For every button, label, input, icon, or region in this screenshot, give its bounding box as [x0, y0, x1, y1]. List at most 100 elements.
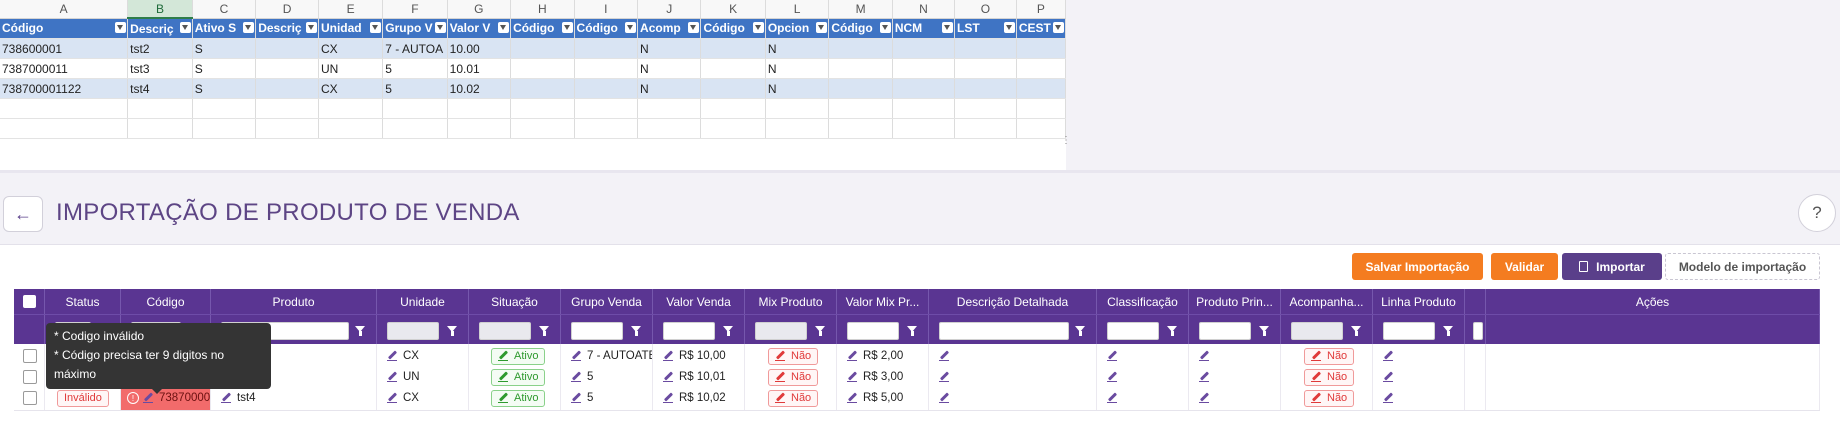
- edit-pencil-icon[interactable]: [1107, 372, 1117, 382]
- column-header[interactable]: Valor Mix Pr...: [837, 289, 929, 314]
- sheet-cell[interactable]: [447, 118, 512, 139]
- edit-pencil-icon[interactable]: [1383, 393, 1393, 403]
- edit-pencil-icon[interactable]: [939, 372, 949, 382]
- sheet-cell[interactable]: [510, 38, 575, 59]
- filter-funnel-icon[interactable]: [1351, 326, 1361, 336]
- sheet-cell[interactable]: 10.01: [447, 58, 512, 79]
- sheet-cell[interactable]: 7387000011: [0, 58, 129, 79]
- sheet-cell[interactable]: [954, 98, 1017, 119]
- column-letter[interactable]: P: [1016, 0, 1067, 19]
- sheet-header-cell[interactable]: Descriç: [127, 18, 193, 39]
- sheet-cell[interactable]: [828, 58, 893, 79]
- sheet-cell[interactable]: 5: [382, 58, 448, 79]
- edit-pencil-icon[interactable]: [775, 393, 785, 403]
- sheet-cell[interactable]: [574, 98, 639, 119]
- column-header[interactable]: Produto: [211, 289, 377, 314]
- sheet-cell[interactable]: [892, 98, 956, 119]
- accompany-badge[interactable]: Não: [1304, 347, 1355, 365]
- filter-funnel-icon[interactable]: [1443, 326, 1453, 336]
- sheet-cell[interactable]: [574, 58, 639, 79]
- column-letter[interactable]: K: [700, 0, 766, 19]
- sheet-cell[interactable]: [318, 118, 384, 139]
- column-letter[interactable]: O: [954, 0, 1017, 19]
- sheet-cell[interactable]: [574, 78, 639, 99]
- edit-pencil-icon[interactable]: [1199, 372, 1209, 382]
- sheet-cell[interactable]: [510, 78, 575, 99]
- edit-pencil-icon[interactable]: [775, 351, 785, 361]
- sheet-cell[interactable]: [255, 118, 319, 139]
- edit-pencil-icon[interactable]: [847, 372, 857, 382]
- column-filter-input[interactable]: [387, 322, 439, 340]
- sheet-header-cell[interactable]: Código: [574, 18, 639, 39]
- sheet-cell[interactable]: 738600001: [0, 38, 129, 59]
- edit-pencil-icon[interactable]: [939, 393, 949, 403]
- row-checkbox[interactable]: [23, 370, 37, 384]
- edit-pencil-icon[interactable]: [663, 393, 673, 403]
- column-filter-input[interactable]: [755, 322, 807, 340]
- edit-pencil-icon[interactable]: [387, 351, 397, 361]
- column-header[interactable]: Classificação: [1097, 289, 1189, 314]
- sheet-cell[interactable]: N: [637, 78, 702, 99]
- mix-badge[interactable]: Não: [768, 368, 819, 386]
- filter-dropdown-icon[interactable]: [688, 21, 700, 33]
- column-letter[interactable]: H: [510, 0, 575, 19]
- product-line-cell[interactable]: [1373, 386, 1465, 410]
- column-letter[interactable]: I: [574, 0, 639, 19]
- column-filter-input[interactable]: [1383, 322, 1435, 340]
- sheet-header-cell[interactable]: Valor V: [447, 18, 512, 39]
- column-filter-input[interactable]: [663, 322, 715, 340]
- sheet-cell[interactable]: 10.02: [447, 78, 512, 99]
- edit-pencil-icon[interactable]: [663, 351, 673, 361]
- sheet-header-cell[interactable]: Descriç: [255, 18, 319, 39]
- edit-pencil-icon[interactable]: [387, 372, 397, 382]
- edit-pencil-icon[interactable]: [571, 393, 581, 403]
- sheet-cell[interactable]: S: [192, 58, 257, 79]
- column-header[interactable]: Acompanha...: [1281, 289, 1373, 314]
- sheet-cell[interactable]: [127, 118, 193, 139]
- column-header[interactable]: Linha Produto: [1373, 289, 1465, 314]
- filter-dropdown-icon[interactable]: [434, 21, 446, 33]
- edit-pencil-icon[interactable]: [387, 393, 397, 403]
- main-product-cell[interactable]: [1189, 386, 1281, 410]
- edit-pencil-icon[interactable]: [1311, 372, 1321, 382]
- save-import-button[interactable]: Salvar Importação: [1352, 253, 1483, 280]
- filter-dropdown-icon[interactable]: [879, 21, 891, 33]
- column-filter-input[interactable]: [939, 322, 1069, 340]
- filter-funnel-icon[interactable]: [447, 326, 457, 336]
- back-button[interactable]: ←: [3, 196, 43, 232]
- sheet-cell[interactable]: [382, 98, 448, 119]
- sheet-cell[interactable]: [892, 78, 956, 99]
- help-button[interactable]: ?: [1798, 194, 1836, 232]
- filter-dropdown-icon[interactable]: [561, 21, 573, 33]
- sheet-cell[interactable]: CX: [318, 78, 384, 99]
- column-letter[interactable]: M: [828, 0, 893, 19]
- column-filter-input[interactable]: [1291, 322, 1343, 340]
- sheet-cell[interactable]: [892, 58, 956, 79]
- edit-pencil-icon[interactable]: [498, 393, 508, 403]
- sheet-cell[interactable]: [255, 38, 319, 59]
- filter-dropdown-icon[interactable]: [625, 21, 637, 33]
- sheet-cell[interactable]: [828, 38, 893, 59]
- edit-pencil-icon[interactable]: [498, 372, 508, 382]
- sheet-cell[interactable]: [0, 98, 129, 119]
- import-template-button[interactable]: Modelo de importação: [1665, 253, 1820, 280]
- filter-funnel-icon[interactable]: [631, 326, 641, 336]
- edit-pencil-icon[interactable]: [847, 351, 857, 361]
- edit-pencil-icon[interactable]: [1199, 393, 1209, 403]
- sheet-header-cell[interactable]: Opcion: [765, 18, 830, 39]
- sales-group-cell[interactable]: 5: [561, 386, 653, 410]
- column-letter[interactable]: L: [765, 0, 830, 19]
- column-letter[interactable]: J: [637, 0, 702, 19]
- sheet-cell[interactable]: [700, 58, 766, 79]
- sheet-cell[interactable]: N: [637, 38, 702, 59]
- column-letter[interactable]: G: [447, 0, 512, 19]
- code-cell[interactable]: ! 738700001122: [121, 386, 211, 410]
- column-letter[interactable]: F: [382, 0, 448, 19]
- column-letter[interactable]: C: [192, 0, 257, 19]
- sheet-cell[interactable]: [1016, 78, 1067, 99]
- sheet-header-cell[interactable]: Ativo S: [192, 18, 257, 39]
- filter-dropdown-icon[interactable]: [1053, 21, 1064, 33]
- table-row[interactable]: Inválido! 738700001122 tst4 CX Ativo 5 R$ 10,0…: [14, 386, 1820, 411]
- column-letter[interactable]: B: [127, 0, 193, 19]
- column-filter-input[interactable]: [1107, 322, 1159, 340]
